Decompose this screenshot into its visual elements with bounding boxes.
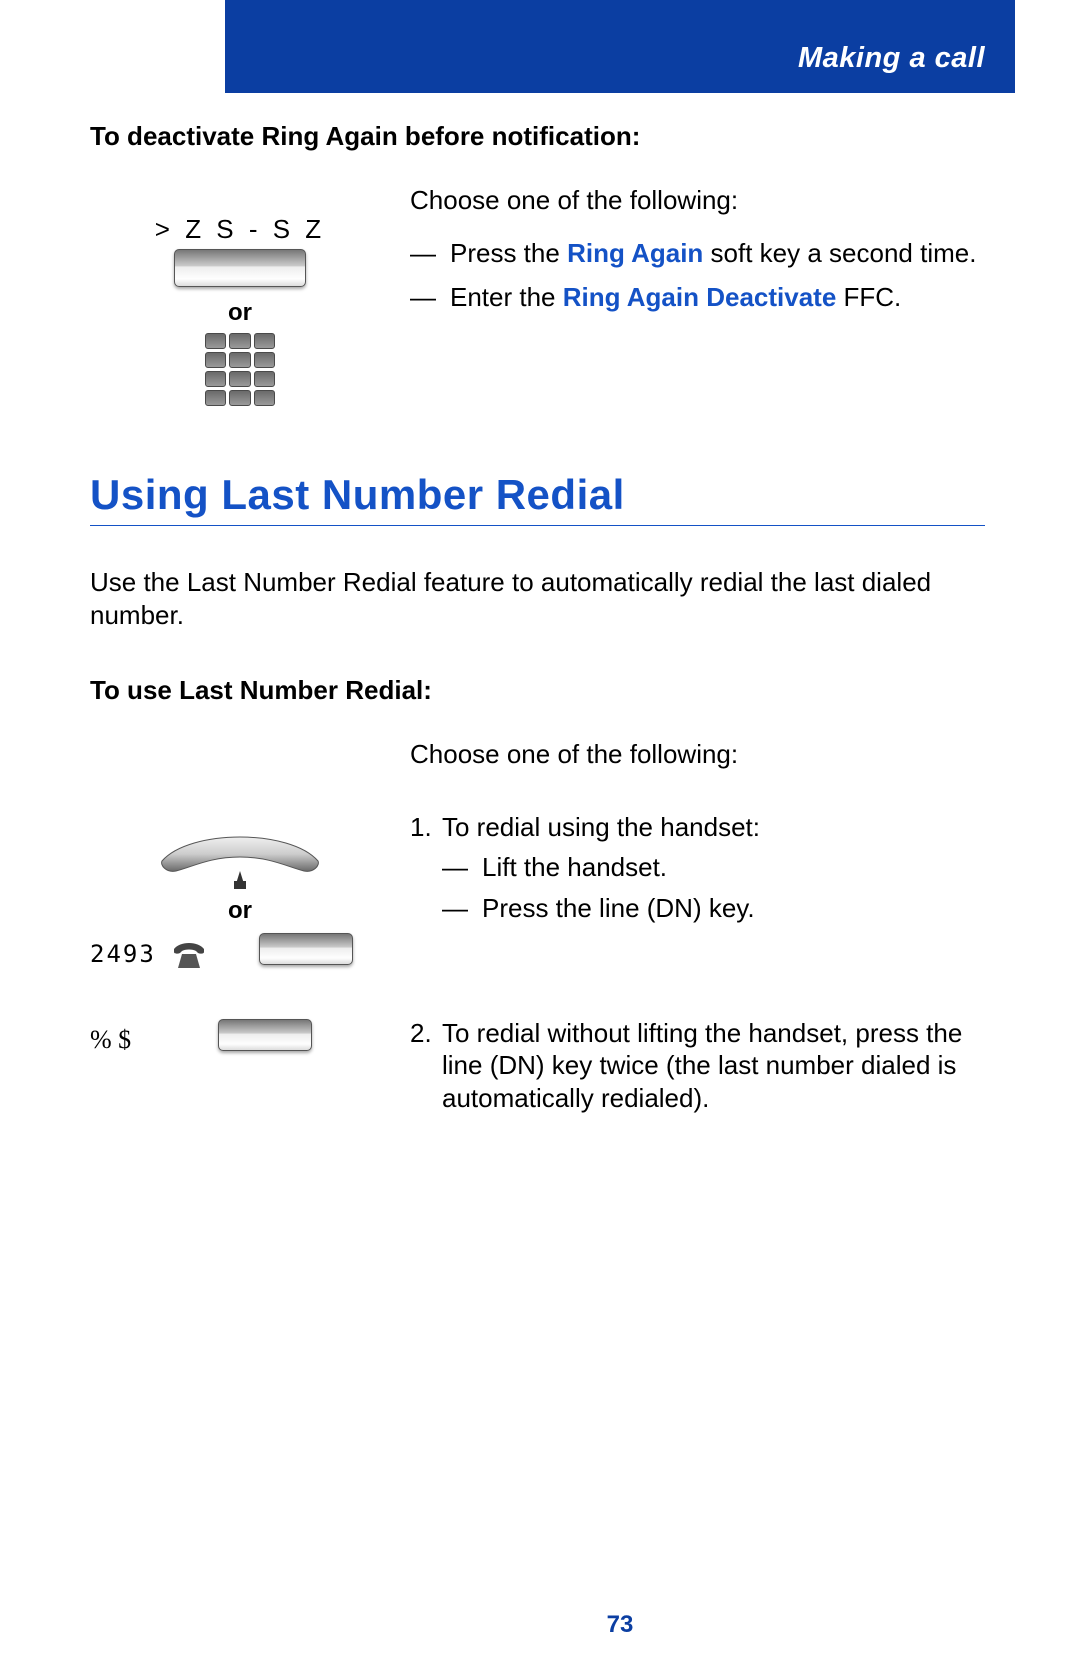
redial-choose-text: Choose one of the following:	[410, 738, 985, 771]
line-number-label: 2493	[90, 940, 156, 968]
deactivate-intro: Choose one of the following:	[410, 184, 985, 217]
dn-key-button-icon	[218, 1019, 312, 1051]
softkey-label-text: > Z S - S Z	[90, 214, 390, 245]
or-label: or	[90, 299, 390, 327]
redial-subhead: To use Last Number Redial:	[90, 675, 985, 706]
redial-step-1: 1. To redial using the handset: Lift the…	[410, 811, 985, 933]
line-key-graphic: 2493	[90, 931, 390, 977]
redial-step1-sub-b: Press the line (DN) key.	[442, 892, 985, 925]
handset-icon	[150, 833, 330, 891]
redial-step-2: 2. To redial without lifting the handset…	[410, 1017, 985, 1115]
deactivate-option-2: Enter the Ring Again Deactivate FFC.	[410, 281, 985, 314]
keyword-ring-again: Ring Again	[567, 238, 703, 268]
deactivate-heading: To deactivate Ring Again before notifica…	[90, 121, 985, 152]
deactivate-options: Press the Ring Again soft key a second t…	[410, 237, 985, 314]
section-rule	[90, 525, 985, 526]
phone-icon	[170, 938, 208, 970]
chapter-header: Making a call	[225, 0, 1015, 93]
redial-step2-text: 2. To redial without lifting the handset…	[410, 1017, 985, 1135]
redial-step1-row: or 2493 1. To redial using the handset:	[90, 811, 985, 977]
line-key-button-icon	[259, 933, 353, 965]
deactivate-option-1: Press the Ring Again soft key a second t…	[410, 237, 985, 270]
page-number: 73	[225, 1611, 1015, 1639]
redial-step2-row: % $ 2. To redial without lifting the han…	[90, 1017, 985, 1135]
redial-or-label: or	[90, 897, 390, 925]
deactivate-graphic-column: > Z S - S Z or	[90, 184, 390, 406]
dn-key-label: % $	[90, 1025, 131, 1055]
redial-choose-row: Choose one of the following:	[90, 738, 985, 771]
redial-step1-sub-a: Lift the handset.	[442, 851, 985, 884]
page-content: To deactivate Ring Again before notifica…	[90, 105, 985, 1134]
chapter-title: Making a call	[798, 42, 985, 75]
keyword-ring-again-deactivate: Ring Again Deactivate	[563, 282, 837, 312]
keypad-icon	[205, 333, 275, 406]
redial-section-title: Using Last Number Redial	[90, 471, 985, 519]
redial-step1-text: 1. To redial using the handset: Lift the…	[410, 811, 985, 953]
redial-intro: Use the Last Number Redial feature to au…	[90, 566, 985, 631]
deactivate-row: > Z S - S Z or Choose one of the followi…	[90, 184, 985, 406]
deactivate-text-column: Choose one of the following: Press the R…	[410, 184, 985, 326]
redial-step1-graphic: or 2493	[90, 811, 390, 977]
redial-step2-graphic: % $	[90, 1017, 390, 1063]
softkey-button-icon	[174, 249, 306, 287]
manual-page: Making a call To deactivate Ring Again b…	[0, 0, 1080, 1669]
